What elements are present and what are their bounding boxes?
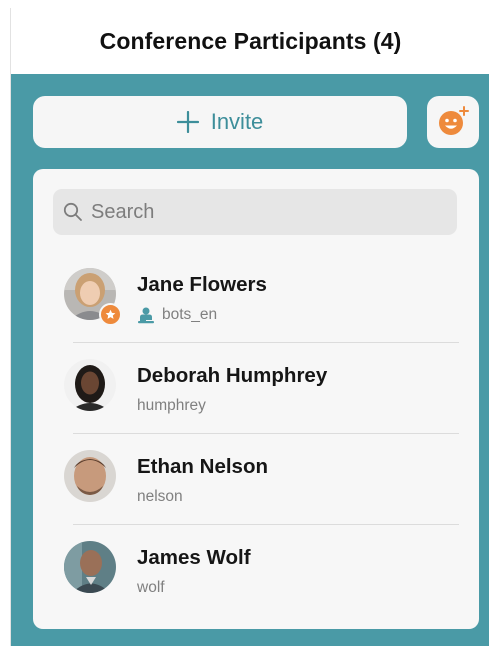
app-window: Conference Participants (4) Invite Searc… (10, 8, 489, 646)
participants-panel: Invite Search Jane Flowers bots_en Debor… (11, 74, 489, 646)
participant-username: nelson (137, 488, 183, 505)
participant-row[interactable]: Deborah Humphrey humphrey (33, 343, 479, 434)
header: Conference Participants (4) (11, 8, 489, 74)
search-input[interactable] (91, 200, 431, 224)
plus-icon (176, 111, 199, 133)
participant-row[interactable]: Ethan Nelson nelson (33, 434, 479, 525)
search-icon (63, 202, 82, 221)
bot-icon (138, 307, 154, 324)
star-badge-icon (105, 309, 116, 319)
participant-list: Jane Flowers bots_en Deborah Humphrey hu… (33, 252, 479, 616)
search-bar[interactable] (53, 189, 457, 235)
participant-name: Ethan Nelson (137, 455, 268, 478)
participant-row[interactable]: Jane Flowers bots_en (33, 252, 479, 343)
avatar (64, 359, 116, 411)
moderator-badge (99, 303, 122, 326)
participant-name: James Wolf (137, 546, 251, 569)
participant-name: Deborah Humphrey (137, 364, 328, 387)
invite-label: Invite (210, 109, 264, 134)
participant-username: humphrey (137, 397, 206, 414)
invite-button[interactable]: Invite (33, 96, 407, 148)
participant-name: Jane Flowers (137, 273, 267, 296)
username-text: bots_en (162, 306, 218, 323)
page-title: Conference Participants (4) (99, 27, 402, 54)
participant-row[interactable]: James Wolf wolf (33, 525, 479, 616)
participants-card: Jane Flowers bots_en (33, 169, 479, 629)
add-emoji-button[interactable] (427, 96, 479, 148)
participant-username: wolf (137, 579, 165, 596)
participant-username: bots_en (137, 306, 217, 324)
add-emoji-icon (439, 106, 469, 135)
avatar (64, 541, 116, 593)
avatar (64, 450, 116, 502)
